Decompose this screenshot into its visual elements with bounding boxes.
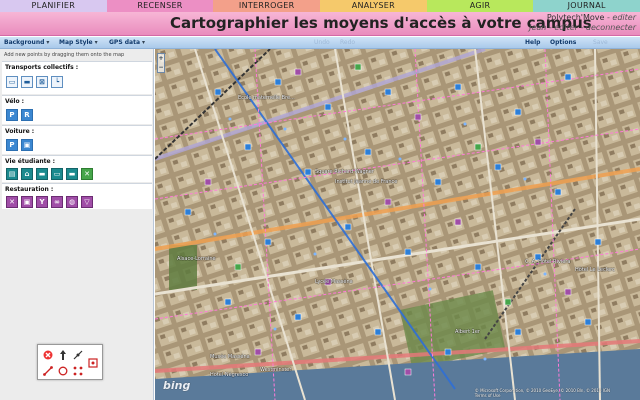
sport-icon[interactable]: ▬ [36,168,48,180]
tab-planifier[interactable]: PLANIFIER [0,0,107,12]
metro-icon[interactable]: ┕ [51,76,63,88]
train-icon[interactable]: ⊠ [36,76,48,88]
icon-row: ✕ ▣ Y ∞ ◍ ▽ [6,196,93,208]
user-name: Jean [529,23,547,32]
background-label: Background [4,39,45,46]
user-links[interactable]: - editer - deconnecter [549,23,636,32]
tab-agir[interactable]: AGIR [426,0,534,12]
aerial-map [155,49,640,400]
map-zoom-control[interactable]: + − [157,53,165,73]
main-nav: PLANIFIER RECENSER INTERROGER ANALYSER A… [0,0,640,12]
user-area: Polytech'Move - editer Jean - editer - d… [529,13,636,33]
bing-logo: bing [163,379,191,392]
map-label: C. A. Hôtel Riviera [525,259,571,265]
section-title: Vie étudiante : [5,158,56,165]
reverse-icon[interactable] [72,365,84,377]
map-label: Hôtel Négresco [210,372,249,378]
map-label: Albert 1er [455,329,480,335]
help-button[interactable]: Help [525,38,540,48]
section-title: Vélo : [5,98,25,105]
section-title: Restauration : [5,186,54,193]
edit-brand-link[interactable]: - editer [607,13,636,22]
section-velo: Vélo : P R [2,95,152,124]
tab-interroger[interactable]: INTERROGER [213,0,321,12]
map-view[interactable]: + − Ecole maternelle Bre... Square Richar… [155,49,640,400]
points-panel: Add new points by dragging them onto the… [0,49,154,400]
tab-recenser[interactable]: RECENSER [106,0,214,12]
fastfood-icon[interactable]: ◍ [66,196,78,208]
activity-icon[interactable]: ✕ [81,168,93,180]
background-menu-button[interactable]: Background ▾ [4,38,49,48]
section-restauration: Restauration : ✕ ▣ Y ∞ ◍ ▽ [2,183,152,209]
undo-button[interactable]: Undo [314,38,330,48]
car-parking-icon[interactable]: P [6,139,18,151]
tab-analyser[interactable]: ANALYSER [320,0,427,12]
tab-journal[interactable]: JOURNAL [533,0,640,12]
map-label: Alsace-Lorraine [177,256,216,262]
section-title: Transports collectifs : [5,64,79,71]
map-copyright: © Microsoft Corporation, © 2010 GeoEye, … [475,388,610,398]
bike-parking-icon[interactable]: P [6,109,18,121]
section-transports: Transports collectifs : ▭ ▬ ⊠ ┕ [2,61,152,94]
section-title: Voiture : [5,128,35,135]
map-style-menu-button[interactable]: Map Style ▾ [59,38,98,48]
chevron-down-icon: ▾ [94,39,98,46]
icon-row: P R [6,109,33,121]
bar-icon[interactable]: Y [36,196,48,208]
redo-button[interactable]: Redo [340,38,355,48]
chevron-down-icon: ▾ [46,39,50,46]
housing-icon[interactable]: ▭ [51,168,63,180]
circle-icon[interactable] [57,365,69,377]
map-label: Westminster [260,367,292,373]
map-label: Ecole maternelle Bre... [238,95,295,101]
toolbar: Background ▾ Map Style ▾ GPS data ▾ Undo Re… [0,37,640,49]
map-label: Institut Jeanne de France [335,179,398,185]
brand-name: Polytech'Move [546,13,605,22]
merge-icon[interactable] [87,357,99,369]
section-voiture: Voiture : P ▣ [2,125,152,154]
car-rental-icon[interactable]: ▣ [21,139,33,151]
bus-icon[interactable]: ▭ [6,76,18,88]
options-button[interactable]: Options [550,38,576,48]
gps-data-menu-button[interactable]: GPS data ▾ [109,38,145,48]
line-icon[interactable] [42,365,54,377]
map-label: Square Richard Wagner [315,169,374,175]
delete-icon[interactable] [42,349,54,361]
save-button[interactable]: Save [593,38,608,48]
market-icon[interactable]: ▽ [81,196,93,208]
page-header: Cartographier les moyens d'accès à votre… [0,12,640,36]
restaurant-icon[interactable]: ✕ [6,196,18,208]
map-label: Lycée Masséna [315,279,353,285]
map-label: Musée Masséna [210,354,250,360]
section-vie-etudiante: Vie étudiante : ▤ ⌂ ▬ ▭ ▬ ✕ [2,155,152,182]
library-icon[interactable]: ▤ [6,168,18,180]
icon-row: P ▣ [6,139,33,151]
map-label: Hôtel Le Leclerc [575,267,615,273]
bike-rental-icon[interactable]: R [21,109,33,121]
icon-row: ▭ ▬ ⊠ ┕ [6,76,63,88]
panel-hint: Add new points by dragging them onto the… [4,52,125,58]
map-style-label: Map Style [59,39,93,46]
gps-data-label: GPS data [109,39,140,46]
chevron-down-icon: ▾ [142,39,146,46]
cinema-icon[interactable]: ▬ [66,168,78,180]
bakery-icon[interactable]: ∞ [51,196,63,208]
campus-icon[interactable]: ⌂ [21,168,33,180]
cafe-icon[interactable]: ▣ [21,196,33,208]
split-icon[interactable] [72,349,84,361]
move-icon[interactable] [57,349,69,361]
edit-toolbox [37,344,103,380]
icon-row: ▤ ⌂ ▬ ▭ ▬ ✕ [6,168,93,180]
tram-icon[interactable]: ▬ [21,76,33,88]
terms-link[interactable]: Terms of Use [475,393,610,398]
